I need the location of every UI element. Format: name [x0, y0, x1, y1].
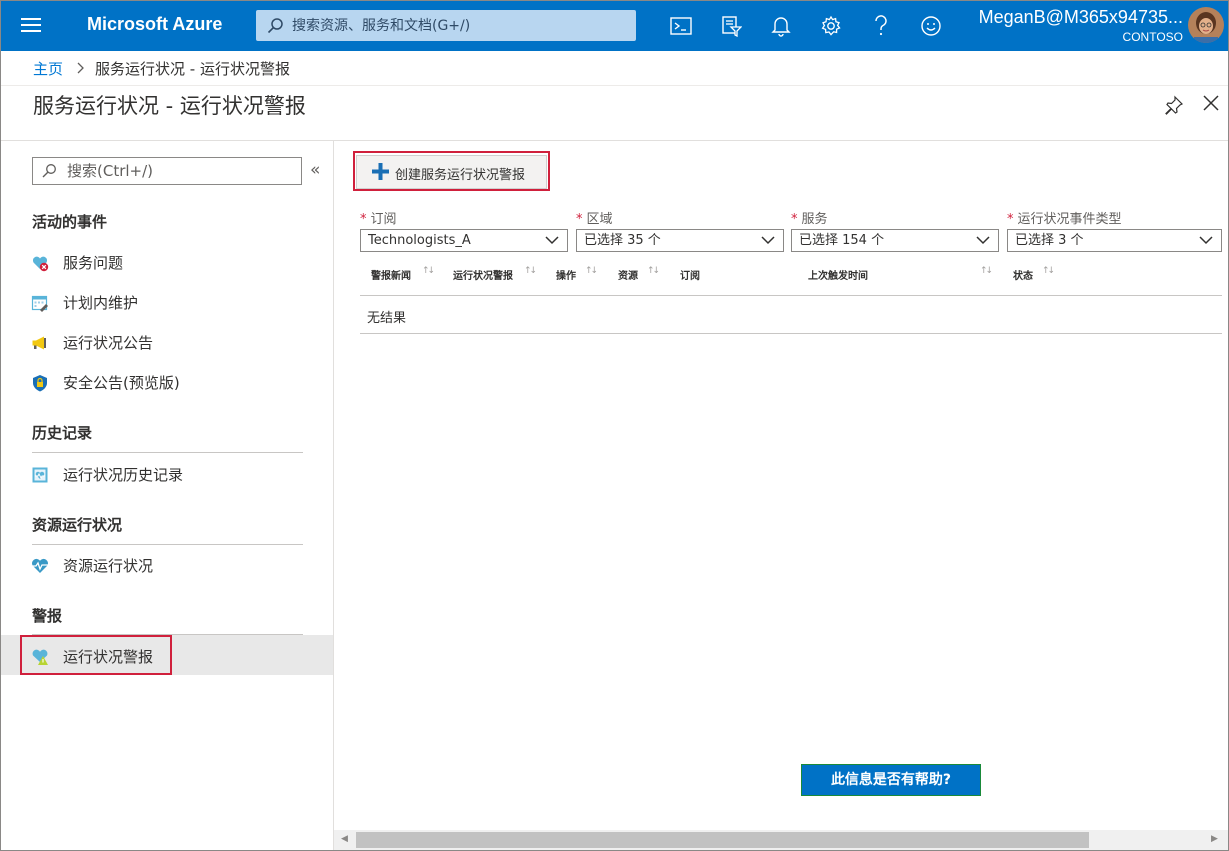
chevron-down-icon: [1199, 236, 1213, 245]
main-content: 创建服务运行状况警报 * 订阅 * 区域 * 服务 * 运行状况事件类型 Technol…: [334, 141, 1228, 850]
close-icon[interactable]: [1201, 93, 1221, 117]
sidebar-item-health-history[interactable]: 运行状况历史记录: [31, 463, 311, 487]
section-resource-health: 资源运行状况: [32, 516, 123, 534]
divider: [360, 295, 1222, 296]
sidebar-item-security-advisories[interactable]: 安全公告(预览版): [31, 371, 311, 395]
search-icon: [267, 18, 283, 34]
collapse-sidebar-icon[interactable]: «: [310, 160, 320, 180]
account-menu[interactable]: MeganB@M365x94735... CONTOSO: [951, 5, 1183, 45]
sidebar-item-service-issues[interactable]: 服务问题: [31, 251, 311, 275]
global-search[interactable]: [256, 10, 636, 41]
cloud-shell-icon[interactable]: [666, 11, 696, 41]
health-advisory-icon: [32, 336, 46, 350]
sidebar-item-health-alerts[interactable]: 运行状况警报: [31, 645, 311, 669]
create-button-label: 创建服务运行状况警报: [395, 168, 526, 183]
avatar[interactable]: [1188, 7, 1224, 43]
sidebar-item-label: 服务问题: [63, 254, 124, 272]
chevron-down-icon: [761, 236, 775, 245]
create-health-alert-button[interactable]: 创建服务运行状况警报: [356, 155, 547, 189]
column-header-subscription[interactable]: 订阅: [680, 267, 700, 282]
service-issues-icon: [32, 256, 49, 272]
subscription-dropdown[interactable]: Technologists_A: [360, 229, 568, 252]
sidebar-item-label: 计划内维护: [63, 294, 139, 312]
portal-window: Microsoft Azure MeganB@M365x94735... CON…: [0, 0, 1229, 851]
horizontal-scrollbar[interactable]: ◀ ▶: [334, 830, 1228, 850]
sidebar-item-label: 运行状况公告: [63, 334, 154, 352]
user-name: MeganB@M365x94735...: [978, 7, 1183, 27]
sort-icon[interactable]: ↑↓: [980, 266, 993, 276]
pin-icon[interactable]: [1164, 95, 1184, 119]
sidebar-item-label: 资源运行状况: [63, 557, 154, 575]
directory-filter-icon[interactable]: [716, 11, 746, 41]
chevron-right-icon: [77, 59, 85, 79]
section-history: 历史记录: [32, 424, 93, 442]
event-type-dropdown[interactable]: 已选择 3 个: [1007, 229, 1222, 252]
global-search-input[interactable]: [292, 10, 622, 41]
sidebar-item-health-advisories[interactable]: 运行状况公告: [31, 331, 311, 355]
top-bar: Microsoft Azure MeganB@M365x94735... CON…: [1, 1, 1228, 51]
scroll-left-icon[interactable]: ◀: [341, 834, 348, 844]
column-header-last-fired[interactable]: 上次触发时间: [808, 267, 868, 282]
page-title: 服务运行状况 - 运行状况警报: [33, 94, 306, 118]
resource-health-icon: [32, 558, 48, 573]
health-alerts-icon: [32, 649, 48, 665]
section-alerts: 警报: [32, 607, 63, 625]
sort-icon[interactable]: ↑↓: [1042, 266, 1055, 276]
column-header-health-alert[interactable]: 运行状况警报: [453, 267, 513, 282]
search-icon: [42, 164, 56, 178]
chevron-down-icon: [545, 236, 559, 245]
feedback-smiley-icon[interactable]: [916, 11, 946, 41]
no-results-text: 无结果: [367, 311, 407, 326]
divider: [32, 452, 303, 453]
sidebar: « 活动的事件 服务问题 计划内维护 运行状况公告 安全公告(预览版) 历史记录…: [1, 141, 334, 850]
scrollbar-thumb[interactable]: [356, 832, 1089, 848]
brand-title[interactable]: Microsoft Azure: [87, 14, 222, 35]
filter-label-subscription: * 订阅: [360, 212, 397, 227]
divider: [32, 544, 303, 545]
help-icon[interactable]: [866, 11, 896, 41]
column-header-status[interactable]: 状态: [1013, 267, 1033, 282]
planned-maintenance-icon: [31, 295, 48, 312]
sidebar-item-resource-health[interactable]: 资源运行状况: [31, 554, 311, 578]
settings-icon[interactable]: [816, 11, 846, 41]
hamburger-menu-icon[interactable]: [21, 16, 41, 36]
sort-icon[interactable]: ↑↓: [585, 266, 598, 276]
section-active-events: 活动的事件: [32, 213, 108, 231]
column-header-action[interactable]: 操作: [556, 267, 576, 282]
sidebar-item-label: 运行状况历史记录: [63, 466, 184, 484]
sort-icon[interactable]: ↑↓: [422, 266, 435, 276]
plus-icon: [372, 163, 389, 180]
scroll-right-icon[interactable]: ▶: [1211, 834, 1218, 844]
sort-icon[interactable]: ↑↓: [647, 266, 660, 276]
chevron-down-icon: [976, 236, 990, 245]
feedback-button[interactable]: 此信息是否有帮助?: [801, 764, 981, 796]
column-header-alert-news[interactable]: 警报新闻: [371, 267, 411, 282]
breadcrumb-current: 服务运行状况 - 运行状况警报: [95, 60, 290, 78]
sort-icon[interactable]: ↑↓: [524, 266, 537, 276]
tenant-name: CONTOSO: [1122, 30, 1183, 44]
shield-icon: [33, 375, 47, 392]
column-header-resource[interactable]: 资源: [618, 267, 638, 282]
region-dropdown[interactable]: 已选择 35 个: [576, 229, 784, 252]
sidebar-search[interactable]: [32, 157, 302, 185]
sidebar-item-label: 安全公告(预览版): [63, 374, 180, 392]
sidebar-item-label: 运行状况警报: [63, 648, 154, 666]
service-dropdown[interactable]: 已选择 154 个: [791, 229, 999, 252]
filter-label-service: * 服务: [791, 212, 828, 227]
filter-label-region: * 区域: [576, 212, 613, 227]
breadcrumb-home-link[interactable]: 主页: [33, 60, 63, 78]
sidebar-item-planned-maintenance[interactable]: 计划内维护: [31, 291, 311, 315]
sidebar-search-input[interactable]: [67, 158, 297, 184]
breadcrumb: 主页 服务运行状况 - 运行状况警报: [33, 59, 290, 79]
filter-label-event-type: * 运行状况事件类型: [1007, 212, 1122, 227]
health-history-icon: [32, 467, 48, 483]
divider: [360, 333, 1222, 334]
notifications-icon[interactable]: [766, 11, 796, 41]
